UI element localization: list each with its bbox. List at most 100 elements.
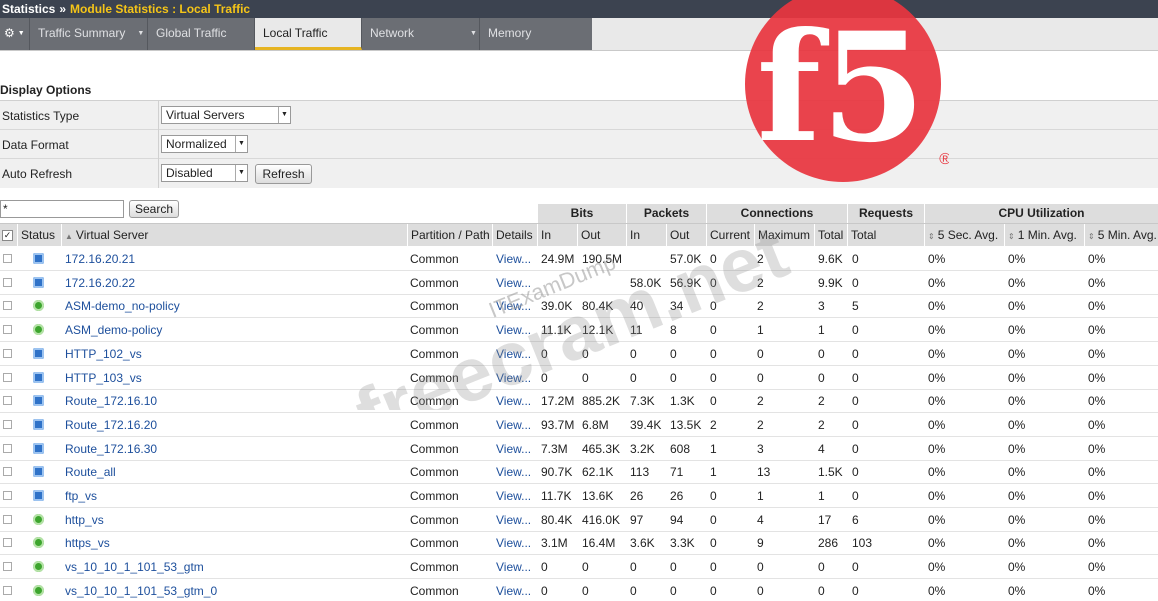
row-checkbox[interactable] <box>3 491 12 500</box>
cpu-1min-cell: 0% <box>1008 323 1026 338</box>
module-tab-bar: ⚙ ▼ Traffic Summary ▼ Global Traffic Local… <box>0 18 592 50</box>
partition-cell: Common <box>410 323 459 338</box>
details-view-link[interactable]: View... <box>496 366 531 390</box>
col-requests-total[interactable]: Total <box>847 224 924 247</box>
details-view-link[interactable]: View... <box>496 460 531 484</box>
virtual-server-link[interactable]: ftp_vs <box>65 484 97 508</box>
table-row: Route_172.16.30 Common View... 7.3M 465.3K 3.… <box>0 437 1158 461</box>
select-all-cell: ✓ <box>0 224 17 247</box>
refresh-button[interactable]: Refresh <box>255 164 312 184</box>
col-packets-out[interactable]: Out <box>666 224 706 247</box>
col-cpu-5min[interactable]: ⇕ 5 Min. Avg. <box>1084 224 1158 247</box>
table-row: HTTP_103_vs Common View... 0 0 0 0 0 0 0 0 0% 0% 0% <box>0 366 1158 390</box>
virtual-server-link[interactable]: Route_172.16.10 <box>65 389 157 413</box>
virtual-server-link[interactable]: ASM-demo_no-policy <box>65 294 180 318</box>
details-view-link[interactable]: View... <box>496 318 531 342</box>
current-conn-cell: 0 <box>710 370 717 385</box>
col-label: 5 Sec. Avg. <box>937 228 999 242</box>
row-checkbox[interactable] <box>3 467 12 477</box>
tab-traffic-summary[interactable]: Traffic Summary ▼ <box>30 18 148 50</box>
cpu-5sec-cell: 0% <box>928 560 946 575</box>
row-checkbox[interactable] <box>3 585 12 595</box>
row-checkbox[interactable] <box>3 443 12 453</box>
status-unknown-icon <box>33 395 44 407</box>
row-checkbox[interactable] <box>3 396 12 406</box>
details-view-link[interactable]: View... <box>496 247 531 271</box>
details-view-link[interactable]: View... <box>496 437 531 461</box>
virtual-server-link[interactable]: 172.16.20.21 <box>65 247 135 271</box>
virtual-server-link[interactable]: http_vs <box>65 508 104 532</box>
statistics-type-select[interactable]: Virtual Servers ▼ <box>161 106 291 124</box>
current-conn-cell: 0 <box>710 394 717 409</box>
virtual-server-link[interactable]: ASM_demo-policy <box>65 318 162 342</box>
details-view-link[interactable]: View... <box>496 508 531 532</box>
virtual-server-link[interactable]: vs_10_10_1_101_53_gtm_0 <box>65 579 217 601</box>
chevron-down-icon: ▼ <box>278 107 290 123</box>
row-checkbox[interactable] <box>3 277 12 287</box>
virtual-server-link[interactable]: vs_10_10_1_101_53_gtm <box>65 555 204 579</box>
row-checkbox[interactable] <box>3 538 12 548</box>
details-view-link[interactable]: View... <box>496 271 531 295</box>
cpu-1min-cell: 0% <box>1008 512 1026 527</box>
cpu-5min-cell: 0% <box>1088 441 1106 456</box>
row-checkbox[interactable] <box>3 254 12 263</box>
search-button[interactable]: Search <box>129 200 179 218</box>
requests-cell: 0 <box>852 252 859 266</box>
col-connections-current[interactable]: Current <box>706 224 754 247</box>
virtual-server-link[interactable]: Route_172.16.20 <box>65 413 157 437</box>
tab-global-traffic[interactable]: Global Traffic <box>148 18 255 50</box>
details-view-link[interactable]: View... <box>496 389 531 413</box>
col-connections-maximum[interactable]: Maximum <box>754 224 814 247</box>
requests-cell: 0 <box>852 346 859 361</box>
tab-local-traffic[interactable]: Local Traffic <box>255 18 362 50</box>
details-view-link[interactable]: View... <box>496 294 531 318</box>
details-view-link[interactable]: View... <box>496 531 531 555</box>
settings-gear-tab[interactable]: ⚙ ▼ <box>0 18 30 50</box>
row-checkbox[interactable] <box>3 419 12 429</box>
details-view-link[interactable]: View... <box>496 579 531 601</box>
virtual-server-link[interactable]: https_vs <box>65 531 110 555</box>
tab-label: Local Traffic <box>263 26 328 40</box>
row-checkbox[interactable] <box>3 372 12 382</box>
cpu-1min-cell: 0% <box>1008 275 1026 290</box>
max-conn-cell: 13 <box>757 465 771 480</box>
virtual-server-link[interactable]: HTTP_102_vs <box>65 342 142 366</box>
cpu-5min-cell: 0% <box>1088 417 1106 432</box>
row-checkbox[interactable] <box>3 348 12 358</box>
virtual-server-link[interactable]: 172.16.20.22 <box>65 271 135 295</box>
partition-cell: Common <box>410 417 459 432</box>
virtual-server-link[interactable]: Route_all <box>65 460 116 484</box>
data-format-select[interactable]: Normalized ▼ <box>161 135 248 153</box>
tab-memory[interactable]: Memory <box>480 18 592 50</box>
requests-cell: 0 <box>852 560 859 575</box>
row-checkbox[interactable] <box>3 301 12 311</box>
auto-refresh-select[interactable]: Disabled ▼ <box>161 164 248 182</box>
col-bits-in[interactable]: In <box>537 224 577 247</box>
row-checkbox[interactable] <box>3 325 12 335</box>
virtual-server-link[interactable]: HTTP_103_vs <box>65 366 142 390</box>
partition-cell: Common <box>410 346 459 361</box>
tab-network[interactable]: Network ▼ <box>362 18 480 50</box>
col-connections-total[interactable]: Total <box>814 224 847 247</box>
requests-cell: 0 <box>852 489 859 503</box>
col-cpu-1min[interactable]: ⇕ 1 Min. Avg. <box>1004 224 1084 247</box>
col-bits-out[interactable]: Out <box>577 224 626 247</box>
col-cpu-5sec[interactable]: ⇕ 5 Sec. Avg. <box>924 224 1004 247</box>
col-virtual-server[interactable]: ▲ Virtual Server <box>61 224 407 247</box>
details-view-link[interactable]: View... <box>496 342 531 366</box>
registered-mark: ® <box>939 151 949 168</box>
col-partition-path[interactable]: Partition / Path <box>407 224 492 247</box>
row-checkbox[interactable] <box>3 562 12 572</box>
col-packets-in[interactable]: In <box>626 224 666 247</box>
details-view-link[interactable]: View... <box>496 555 531 579</box>
search-input[interactable]: * <box>0 200 124 218</box>
total-conn-cell: 1 <box>818 323 825 338</box>
col-status[interactable]: Status <box>17 224 61 247</box>
row-checkbox[interactable] <box>3 514 12 524</box>
virtual-server-link[interactable]: Route_172.16.30 <box>65 437 157 461</box>
details-view-link[interactable]: View... <box>496 484 531 508</box>
breadcrumb-root[interactable]: Statistics <box>2 2 55 16</box>
details-view-link[interactable]: View... <box>496 413 531 437</box>
select-all-checkbox[interactable]: ✓ <box>2 230 13 241</box>
bits-out-cell: 0 <box>582 560 589 575</box>
